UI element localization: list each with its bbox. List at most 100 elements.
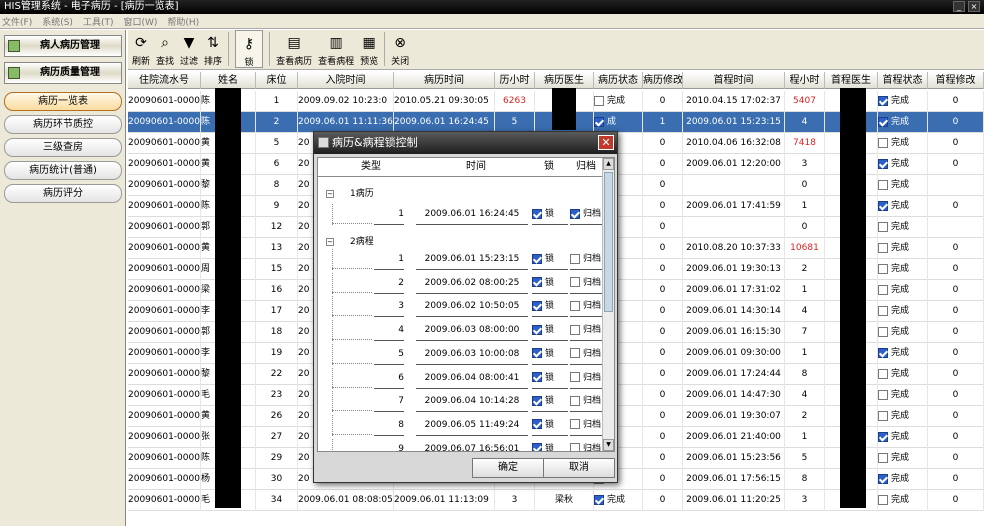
archive-checkbox[interactable] [570, 277, 580, 288]
column-header[interactable]: 程小时 [785, 72, 825, 89]
first-status-checkbox[interactable] [878, 452, 888, 463]
nav-item[interactable]: 病历评分 [4, 184, 122, 203]
status-checkbox[interactable] [594, 95, 604, 106]
lock-cell[interactable]: 锁 [532, 439, 568, 451]
first-status-checkbox[interactable] [878, 368, 888, 379]
first-status-checkbox[interactable] [878, 389, 888, 400]
first-status-checkbox[interactable] [878, 242, 888, 253]
module-quality-management[interactable]: 病历质量管理 [4, 62, 122, 84]
first-status-checkbox[interactable] [878, 305, 888, 316]
lock-cell[interactable]: 锁 [532, 320, 568, 342]
archive-checkbox[interactable] [570, 300, 580, 311]
column-header[interactable]: 病历状态 [594, 72, 643, 89]
scroll-up-icon[interactable]: ▲ [603, 158, 614, 170]
status-checkbox[interactable] [594, 494, 604, 505]
toolbar-button[interactable]: ▼ 过滤 [180, 30, 198, 68]
archive-checkbox[interactable] [570, 372, 580, 382]
column-header[interactable]: 病历修改 [643, 72, 683, 89]
nav-item[interactable]: 三级查房 [4, 138, 122, 157]
menu-item[interactable]: 文件(F) [2, 15, 32, 28]
module-patient-records[interactable]: 病人病历管理 [4, 35, 122, 57]
tree-row[interactable]: 5 2009.06.03 10:00:08 锁 归档 [318, 343, 610, 365]
tree-row[interactable]: 6 2009.06.04 08:00:41 锁 归档 [318, 367, 610, 389]
column-header[interactable]: 首程状态 [878, 72, 928, 89]
first-status-checkbox[interactable] [878, 284, 888, 295]
lock-checkbox[interactable] [532, 277, 542, 288]
first-status-checkbox[interactable] [878, 410, 888, 421]
column-header[interactable]: 首程时间 [683, 72, 785, 89]
close-window-icon[interactable]: × [968, 1, 980, 12]
archive-checkbox[interactable] [570, 208, 580, 219]
first-status-checkbox[interactable] [878, 137, 888, 148]
scroll-down-icon[interactable]: ▼ [603, 439, 614, 451]
first-status-checkbox[interactable] [878, 473, 888, 484]
ok-button[interactable]: 确定 [472, 458, 544, 478]
tree-group[interactable]: − 1病历 [326, 186, 374, 199]
toolbar-button[interactable]: ▥ 查看病程 [318, 30, 354, 68]
cancel-button[interactable]: 取消 [543, 458, 615, 478]
first-status-checkbox[interactable] [878, 200, 888, 211]
nav-item[interactable]: 病历统计(普通) [4, 161, 122, 180]
first-status-checkbox[interactable] [878, 179, 888, 190]
archive-checkbox[interactable] [570, 324, 580, 335]
archive-checkbox[interactable] [570, 419, 580, 430]
first-status-checkbox[interactable] [878, 221, 888, 232]
lock-checkbox[interactable] [532, 300, 542, 311]
tree-row[interactable]: 2 2009.06.02 08:00:25 锁 归档 [318, 272, 610, 294]
lock-checkbox[interactable] [532, 443, 542, 451]
collapse-icon[interactable]: − [326, 190, 334, 198]
archive-checkbox[interactable] [570, 253, 580, 264]
column-header[interactable]: 病历医生 [535, 72, 594, 89]
lock-checkbox[interactable] [532, 208, 542, 219]
lock-cell[interactable]: 锁 [532, 391, 568, 413]
first-status-checkbox[interactable] [878, 494, 888, 505]
lock-checkbox[interactable] [532, 324, 542, 335]
lock-cell[interactable]: 锁 [532, 344, 568, 365]
first-status-checkbox[interactable] [878, 158, 888, 169]
first-status-checkbox[interactable] [878, 116, 888, 127]
status-checkbox[interactable] [594, 116, 604, 127]
first-status-checkbox[interactable] [878, 347, 888, 358]
tree-row[interactable]: 4 2009.06.03 08:00:00 锁 归档 [318, 320, 610, 342]
tree-group[interactable]: − 2病程 [326, 234, 374, 247]
first-status-checkbox[interactable] [878, 431, 888, 442]
toolbar-button[interactable]: ⟳ 刷新 [132, 30, 150, 68]
lock-cell[interactable]: 锁 [532, 249, 568, 270]
first-status-checkbox[interactable] [878, 326, 888, 337]
toolbar-button[interactable]: ⇅ 排序 [204, 30, 222, 68]
first-status-checkbox[interactable] [878, 95, 888, 106]
tree-row[interactable]: 3 2009.06.02 10:50:05 锁 归档 [318, 296, 610, 318]
minimize-icon[interactable]: _ [953, 1, 965, 12]
scroll-thumb[interactable] [604, 172, 613, 312]
menu-item[interactable]: 系统(S) [42, 15, 73, 28]
tree-row[interactable]: 1 2009.06.01 16:24:45 锁 归档 [318, 204, 610, 225]
nav-item[interactable]: 病历一览表 [4, 92, 122, 111]
column-header[interactable]: 首程医生 [825, 72, 878, 89]
archive-checkbox[interactable] [570, 395, 580, 406]
dialog-scrollbar[interactable]: ▲ ▼ [602, 158, 614, 451]
toolbar-button[interactable]: ⊗ 关闭 [391, 30, 409, 68]
column-header[interactable]: 首程修改 [928, 72, 984, 89]
toolbar-button[interactable]: ⌕ 查找 [156, 30, 174, 68]
column-header[interactable]: 入院时间 [298, 72, 394, 89]
nav-item[interactable]: 病历环节质控 [4, 115, 122, 134]
tree-row[interactable]: 8 2009.06.05 11:49:24 锁 归档 [318, 414, 610, 436]
toolbar-button[interactable]: ▤ 查看病历 [276, 30, 312, 68]
lock-checkbox[interactable] [532, 253, 542, 264]
menu-item[interactable]: 窗口(W) [123, 15, 157, 28]
lock-checkbox[interactable] [532, 372, 542, 382]
column-header[interactable]: 病历时间 [394, 72, 495, 89]
lock-checkbox[interactable] [532, 395, 542, 406]
archive-checkbox[interactable] [570, 348, 580, 359]
lock-checkbox[interactable] [532, 348, 542, 359]
menu-item[interactable]: 帮助(H) [167, 15, 199, 28]
lock-cell[interactable]: 锁 [532, 273, 568, 294]
collapse-icon[interactable]: − [326, 238, 334, 246]
lock-cell[interactable]: 锁 [532, 415, 568, 436]
tree-row[interactable]: 1 2009.06.01 15:23:15 锁 归档 [318, 249, 610, 270]
column-header[interactable]: 姓名 [201, 72, 256, 89]
column-header[interactable]: 住院流水号 [128, 72, 201, 89]
toolbar-button[interactable]: ⚷ 锁 [235, 30, 264, 68]
dialog-close-button[interactable]: ✕ [598, 135, 614, 150]
column-header[interactable]: 床位 [256, 72, 298, 89]
